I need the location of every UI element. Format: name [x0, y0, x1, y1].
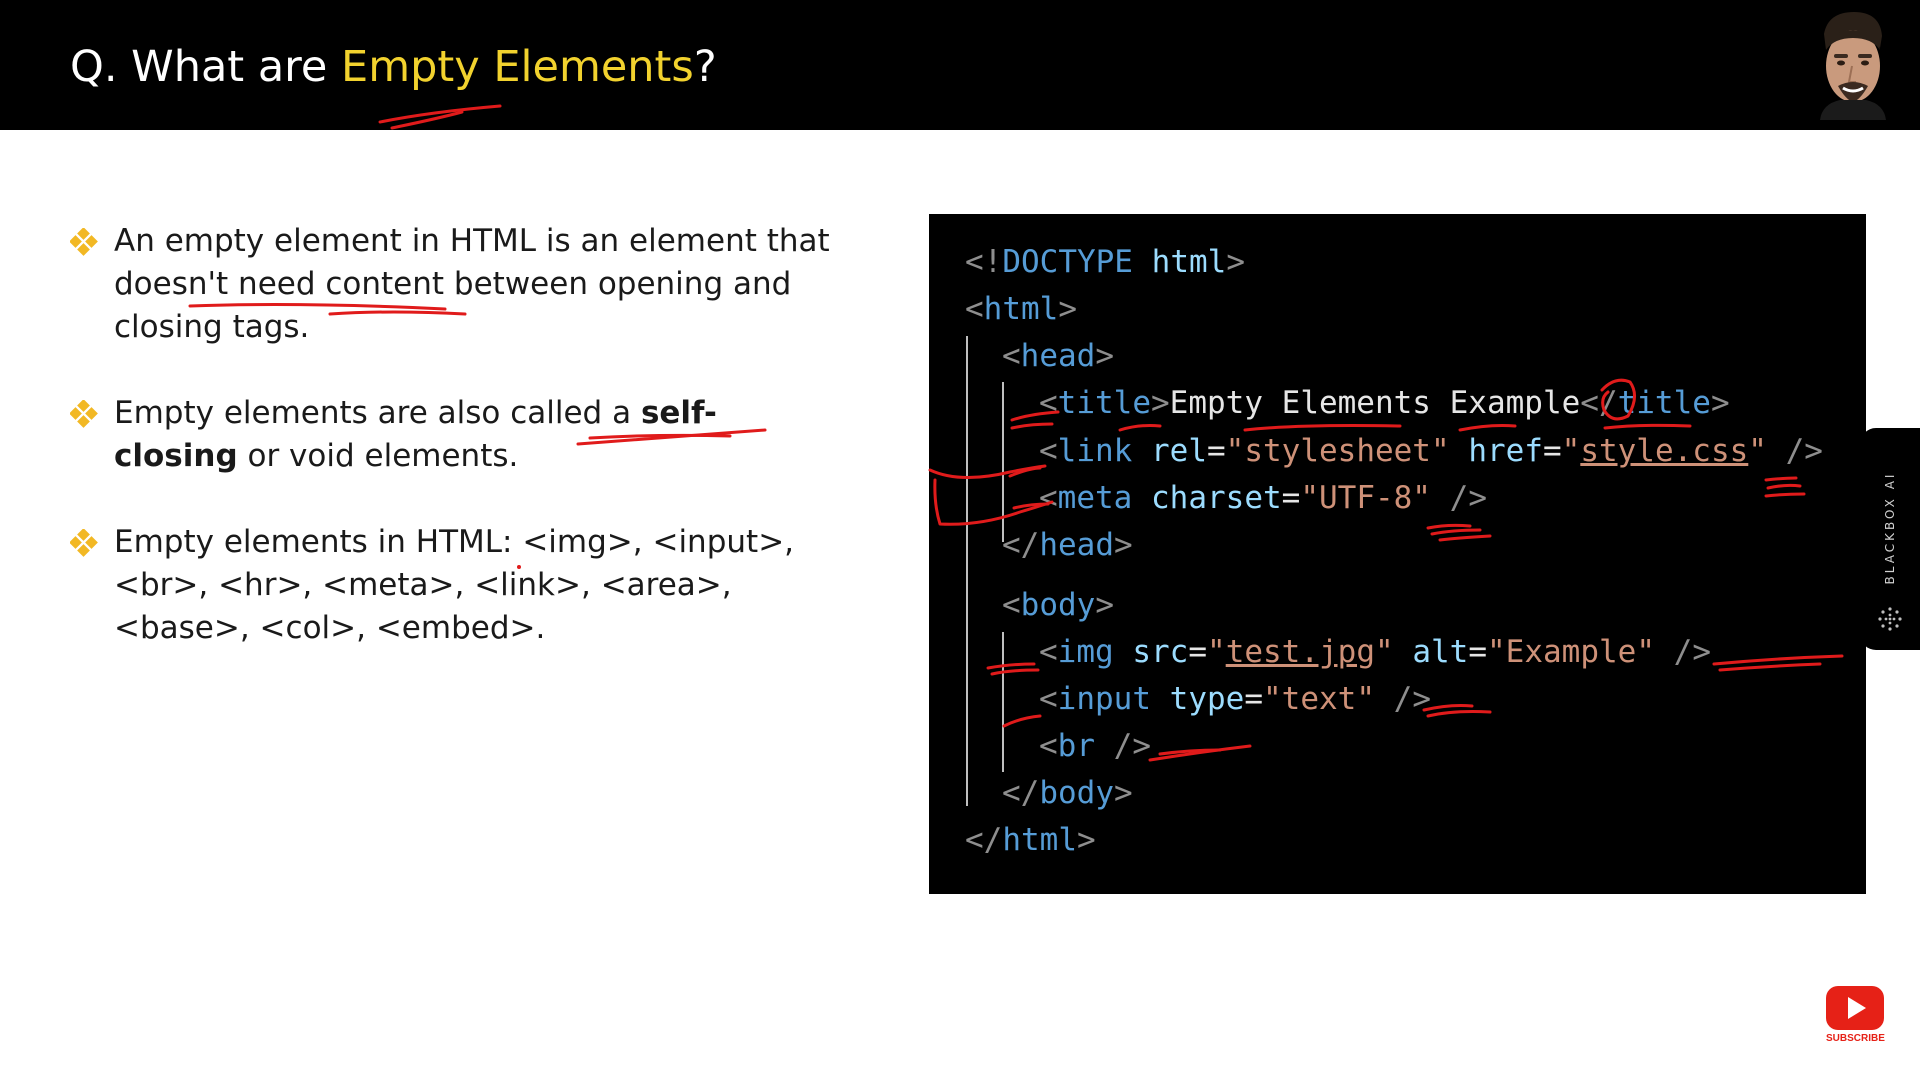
- diamond-bullet-icon: [70, 529, 98, 557]
- indent-guide: [966, 336, 968, 806]
- title-suffix: ?: [693, 42, 717, 92]
- code-line-input: <input type="text" />: [1039, 681, 1431, 717]
- code-line-doctype: <!DOCTYPE html>: [965, 244, 1245, 280]
- code-line-meta: <meta charset="UTF-8" />: [1039, 480, 1487, 516]
- code-line-link: <link rel="stylesheet" href="style.css" …: [1039, 433, 1823, 469]
- slide-title: Q. What are Empty Elements?: [70, 42, 717, 92]
- bullet-text: An empty element in HTML is an element t…: [114, 223, 830, 345]
- bullet-text: or void elements.: [237, 438, 519, 474]
- subscribe-label: SUBSCRIBE: [1826, 1033, 1885, 1044]
- indent-guide: [1002, 382, 1004, 542]
- blackbox-ai-side-tab[interactable]: BLACKBOX AI: [1860, 428, 1920, 650]
- title-prefix: Q. What are: [70, 42, 342, 92]
- slide-header: Q. What are Empty Elements?: [0, 0, 1920, 130]
- code-line-head-open: <head>: [1002, 338, 1114, 374]
- code-line-img: <img src="test.jpg" alt="Example" />: [1039, 634, 1711, 670]
- title-highlight: Empty Elements: [341, 42, 694, 92]
- presenter-avatar: [1810, 8, 1894, 120]
- code-panel: <!DOCTYPE html> <html> <head> <title>Emp…: [929, 214, 1866, 894]
- youtube-play-icon: [1826, 986, 1884, 1030]
- indent-guide: [1002, 632, 1004, 772]
- bullet-text: Empty elements are also called a: [114, 395, 641, 431]
- side-tab-label: BLACKBOX AI: [1883, 471, 1897, 585]
- code-line-html-close: </html>: [965, 822, 1096, 858]
- code-line-body-open: <body>: [1002, 587, 1114, 623]
- diamond-bullet-icon: [70, 228, 98, 256]
- code-line-br: <br />: [1039, 728, 1151, 764]
- code-line-head-close: </head>: [1002, 527, 1133, 563]
- bullet-item: Empty elements in HTML: <img>, <input>, …: [70, 521, 830, 650]
- bullet-item: An empty element in HTML is an element t…: [70, 220, 830, 349]
- bullet-list: An empty element in HTML is an element t…: [70, 220, 830, 693]
- diamond-bullet-icon: [70, 400, 98, 428]
- subscribe-button[interactable]: SUBSCRIBE: [1826, 986, 1888, 1044]
- bullet-item: Empty elements are also called a self-cl…: [70, 392, 830, 478]
- sparkle-dots-icon: [1878, 607, 1902, 631]
- code-line-body-close: </body>: [1002, 775, 1133, 811]
- code-line-html-open: <html>: [965, 291, 1077, 327]
- code-line-title: <title>Empty Elements Example</title>: [1039, 385, 1730, 421]
- bullet-text: Empty elements in HTML: <img>, <input>, …: [114, 524, 795, 646]
